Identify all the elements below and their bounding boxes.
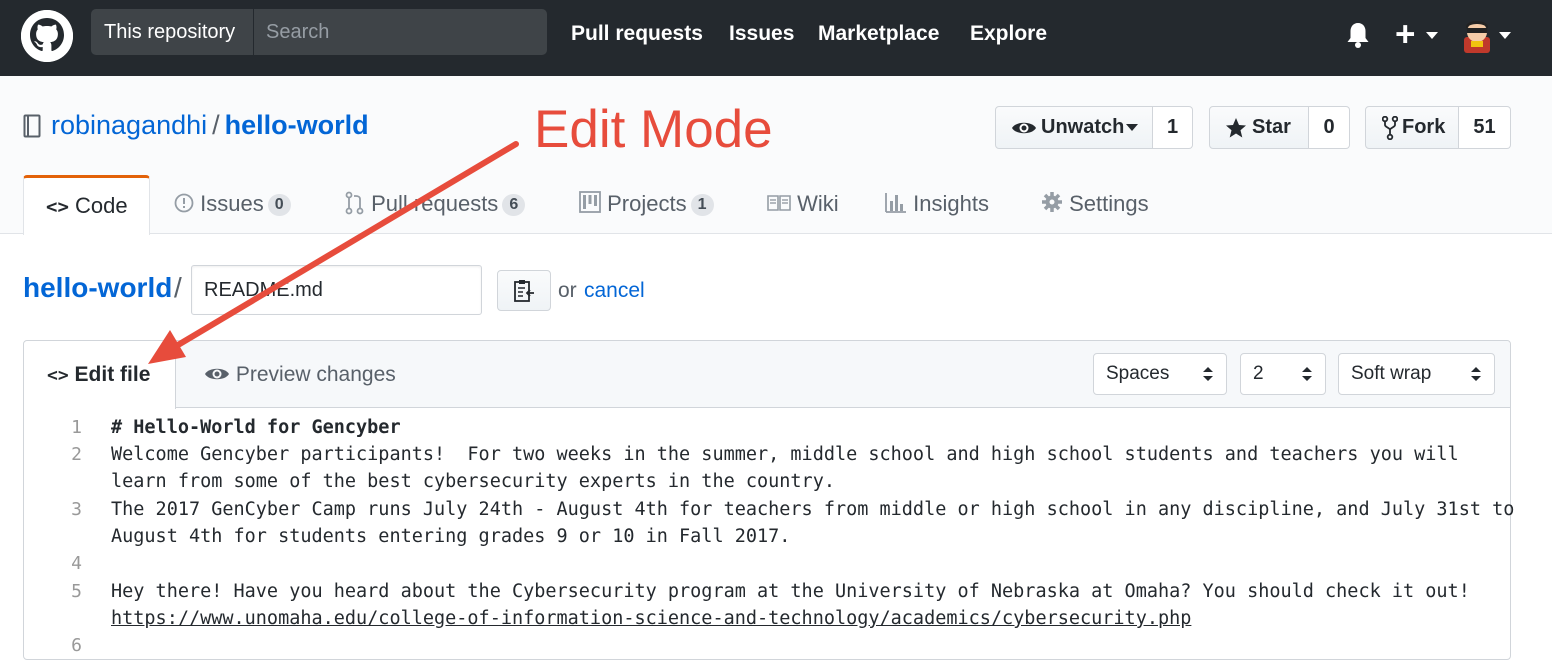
line-number: 6	[71, 635, 82, 656]
nav-explore[interactable]: Explore	[970, 22, 1047, 46]
repo-name-link[interactable]: hello-world	[225, 110, 369, 140]
wrap-mode-value: Soft wrap	[1351, 363, 1432, 384]
book-icon	[767, 195, 791, 211]
repo-owner-link[interactable]: robinagandhi	[51, 110, 207, 140]
star-label: Star	[1252, 116, 1291, 138]
tab-projects-label: Projects	[607, 191, 687, 216]
gear-icon	[1042, 192, 1062, 212]
line-text: # Hello-World for Gencyber	[111, 417, 401, 438]
line-number: 3	[71, 499, 82, 520]
notification-bell-icon[interactable]	[1346, 21, 1370, 54]
indent-mode-value: Spaces	[1106, 363, 1170, 384]
line-text: August 4th for students entering grades …	[111, 526, 791, 547]
project-icon	[579, 191, 601, 213]
indent-size-select[interactable]: 2	[1240, 353, 1326, 395]
edit-file-label: Edit file	[74, 363, 151, 386]
select-arrows-icon	[1471, 367, 1481, 381]
line-text: https://www.unomaha.edu/college-of-infor…	[111, 608, 1192, 629]
projects-count-badge: 1	[690, 194, 714, 216]
line-text: Hey there! Have you heard about the Cybe…	[111, 581, 1470, 602]
indent-mode-select[interactable]: Spaces	[1093, 353, 1227, 395]
repo-title: robinagandhi / hello-world	[51, 110, 369, 141]
issue-icon	[174, 193, 194, 213]
tab-projects[interactable]: Projects 1	[579, 175, 714, 234]
cancel-link[interactable]: cancel	[584, 279, 645, 303]
nav-issues[interactable]: Issues	[729, 22, 794, 46]
unwatch-caret-icon	[1126, 124, 1138, 131]
select-arrows-icon	[1203, 367, 1213, 381]
search-scope-label: This repository	[91, 9, 254, 55]
star-count[interactable]: 0	[1309, 106, 1350, 149]
tab-edit-file[interactable]: <> Edit file	[24, 341, 176, 409]
watch-count[interactable]: 1	[1153, 106, 1193, 149]
fork-button[interactable]: Fork	[1365, 106, 1459, 149]
pull-request-icon	[345, 191, 364, 215]
github-logo-icon[interactable]	[21, 10, 73, 62]
repo-book-icon	[23, 114, 41, 143]
line-number: 1	[71, 417, 82, 438]
tab-code[interactable]: <> Code	[23, 175, 150, 235]
line-number: 5	[71, 581, 82, 602]
star-icon	[1226, 118, 1246, 138]
unwatch-button[interactable]: Unwatch	[995, 106, 1153, 149]
edit-mode-annotation: Edit Mode	[534, 100, 773, 159]
file-editor: <> Edit file Preview changes Spaces 2 So…	[23, 340, 1515, 660]
create-caret-icon[interactable]	[1426, 32, 1438, 39]
or-text: or	[558, 279, 577, 302]
tab-preview-changes[interactable]: Preview changes	[204, 341, 396, 409]
pulls-count-badge: 6	[502, 194, 526, 216]
line-text: The 2017 GenCyber Camp runs July 24th - …	[111, 499, 1515, 520]
issues-count-badge: 0	[267, 194, 291, 216]
fork-label: Fork	[1402, 116, 1446, 138]
nav-pull-requests[interactable]: Pull requests	[571, 22, 703, 46]
search-input[interactable]	[255, 9, 547, 55]
tab-code-label: Code	[75, 193, 128, 218]
tab-insights[interactable]: Insights	[885, 175, 989, 234]
filename-input[interactable]	[191, 265, 482, 315]
header-search: This repository	[91, 9, 547, 55]
tab-issues[interactable]: Issues 0	[174, 175, 291, 234]
tab-settings[interactable]: Settings	[1041, 175, 1149, 234]
code-icon: <>	[47, 365, 69, 386]
tab-pull-requests[interactable]: Pull requests 6	[345, 175, 526, 234]
tab-settings-label: Settings	[1069, 191, 1149, 216]
clipboard-icon	[514, 280, 534, 302]
nav-marketplace[interactable]: Marketplace	[818, 22, 939, 46]
graph-icon	[885, 193, 906, 213]
breadcrumb-separator: /	[174, 272, 182, 303]
preview-changes-label: Preview changes	[235, 363, 396, 386]
line-number: 4	[71, 553, 82, 574]
wrap-mode-select[interactable]: Soft wrap	[1338, 353, 1495, 395]
line-text: Welcome Gencyber participants! For two w…	[111, 444, 1459, 465]
eye-icon	[1012, 122, 1036, 134]
line-number: 2	[71, 444, 82, 465]
indent-size-value: 2	[1253, 363, 1264, 384]
tab-insights-label: Insights	[913, 191, 989, 216]
tab-pull-requests-label: Pull requests	[371, 191, 499, 216]
tab-wiki-label: Wiki	[797, 191, 839, 216]
global-header: This repository Pull requests Issues Mar…	[0, 0, 1552, 76]
breadcrumb-repo-link[interactable]: hello-world	[23, 272, 172, 304]
user-avatar[interactable]	[1458, 17, 1496, 55]
select-arrows-icon	[1302, 367, 1312, 381]
line-text: learn from some of the best cybersecurit…	[111, 471, 835, 492]
unwatch-label: Unwatch	[1041, 116, 1125, 138]
fork-icon	[1382, 116, 1398, 140]
user-caret-icon[interactable]	[1499, 32, 1511, 39]
repo-title-separator: /	[212, 110, 220, 140]
create-new-icon[interactable]: +	[1395, 15, 1415, 55]
tab-wiki[interactable]: Wiki	[767, 175, 839, 234]
copy-path-button[interactable]	[497, 270, 551, 311]
star-button[interactable]: Star	[1209, 106, 1309, 149]
eye-icon	[205, 368, 229, 380]
fork-count[interactable]: 51	[1459, 106, 1511, 149]
tab-issues-label: Issues	[200, 191, 264, 216]
code-icon: <>	[46, 196, 69, 218]
